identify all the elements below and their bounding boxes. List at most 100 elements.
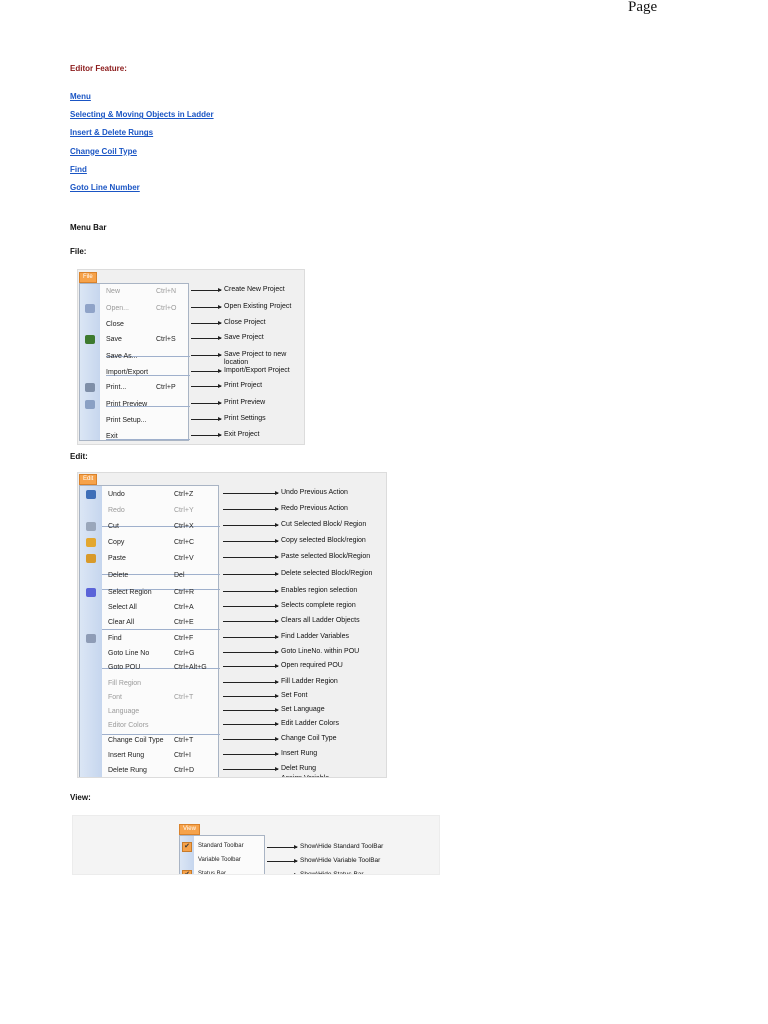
toc-item: Change Coil Type	[70, 147, 214, 165]
toc-link-menu[interactable]: Menu	[70, 92, 91, 101]
toc-item: Find	[70, 165, 214, 183]
menu-item-new[interactable]: New Ctrl+N	[80, 286, 188, 298]
menu-item-shortcut: Ctrl+R	[174, 589, 195, 596]
callout-line	[223, 507, 279, 511]
menu-item-import-export[interactable]: Import/Export	[80, 367, 188, 379]
menu-item-shortcut: Ctrl+N	[156, 288, 177, 295]
menu-item-label: Save As...	[106, 353, 138, 360]
menu-item-goto-pou[interactable]: Goto POU Ctrl+Alt+G	[80, 662, 218, 674]
callout-note: Copy selected Block/region	[281, 537, 366, 544]
edit-menu-popup: Undo Ctrl+Z Redo Ctrl+Y Cut Ctrl+X Copy Ctrl+C P…	[79, 485, 220, 778]
menu-item-shortcut: Ctrl+G	[174, 650, 195, 657]
menu-item-save-as[interactable]: Save As...	[80, 351, 188, 363]
menu-item-label: Import/Export	[106, 369, 149, 376]
callout-note: Cut Selected Block/ Region	[281, 521, 367, 528]
callout-line	[267, 859, 298, 863]
toc-link-goto[interactable]: Goto Line Number	[70, 183, 140, 192]
menu-item-cut[interactable]: Cut Ctrl+X	[80, 521, 218, 533]
menu-item-redo[interactable]: Redo Ctrl+Y	[80, 505, 218, 517]
callout-note: Fill Ladder Region	[281, 678, 338, 685]
menu-icon	[86, 538, 96, 547]
menu-item-print[interactable]: Print... Ctrl+P	[80, 382, 188, 394]
file-menu-tab[interactable]: File	[79, 272, 97, 283]
menu-icon	[86, 634, 96, 643]
menu-item-label: Assign Variable	[108, 777, 156, 778]
callout-note: Edit Ladder Colors	[281, 720, 339, 727]
page-label: Page	[628, 0, 658, 15]
menu-icon	[85, 335, 95, 344]
menu-item-label: Redo	[108, 507, 125, 514]
menu-item-undo[interactable]: Undo Ctrl+Z	[80, 489, 218, 501]
toc-link-find[interactable]: Find	[70, 165, 87, 174]
menu-item-select-region[interactable]: Select Region Ctrl+R	[80, 587, 218, 599]
callout-note: Save Project	[224, 334, 264, 341]
menu-item-label: Delete Rung	[108, 767, 147, 774]
toc-link-selecting[interactable]: Selecting & Moving Objects in Ladder	[70, 110, 214, 119]
menu-item-label: Copy	[108, 539, 125, 546]
menu-item-label: Cut	[108, 523, 119, 530]
menu-item-paste[interactable]: Paste Ctrl+V	[80, 553, 218, 565]
toc-item: Goto Line Number	[70, 183, 214, 201]
menu-item-editor-colors[interactable]: Editor Colors	[80, 720, 218, 732]
menu-item-insert-rung[interactable]: Insert Rung Ctrl+I	[80, 750, 218, 762]
menu-item-status-bar[interactable]: ✔ Status Bar	[180, 869, 264, 875]
menu-item-language[interactable]: Language	[80, 706, 218, 718]
callout-note: Assign Variable	[281, 775, 329, 777]
menu-item-label: Editor Colors	[108, 722, 149, 729]
view-menu-tab[interactable]: View	[179, 824, 200, 835]
menu-item-shortcut: Ctrl+A	[174, 604, 194, 611]
menu-item-font[interactable]: Font Ctrl+T	[80, 692, 218, 704]
menu-item-shortcut: Ctrl+F	[174, 635, 194, 642]
callout-line	[191, 336, 222, 340]
callout-note: Save Project to new location	[224, 351, 287, 366]
menu-item-print-preview[interactable]: Print Preview	[80, 399, 188, 411]
callout-note: Print Preview	[224, 399, 266, 406]
menu-item-goto-line-no[interactable]: Goto Line No Ctrl+G	[80, 648, 218, 660]
menu-item-fill-region[interactable]: Fill Region	[80, 678, 218, 690]
menu-item-copy[interactable]: Copy Ctrl+C	[80, 537, 218, 549]
edit-menu-tab[interactable]: Edit	[79, 474, 98, 485]
menu-item-shortcut: Ctrl+S	[156, 336, 176, 343]
toc-link-insert-delete[interactable]: Insert & Delete Rungs	[70, 128, 153, 137]
menu-item-shortcut: Ctrl+V	[174, 555, 194, 562]
menu-item-open[interactable]: Open... Ctrl+O	[80, 303, 188, 315]
menu-item-standard-toolbar[interactable]: ✔ Standard Toolbar	[180, 841, 264, 853]
callout-note: Paste selected Block/Region	[281, 553, 371, 560]
callout-line	[223, 589, 279, 593]
toc-link-coil[interactable]: Change Coil Type	[70, 147, 137, 156]
edit-heading: Edit:	[70, 452, 88, 461]
menu-separator	[102, 629, 220, 630]
menu-item-label: Status Bar	[198, 871, 227, 875]
callout-line	[223, 722, 279, 726]
callout-note: Find Ladder Variables	[281, 633, 349, 640]
callout-note: Open Existing Project	[224, 303, 292, 310]
callout-line	[223, 491, 279, 495]
menu-item-print-setup[interactable]: Print Setup...	[80, 415, 188, 427]
menu-item-label: Undo	[108, 491, 125, 498]
menu-item-label: Goto Line No	[108, 650, 150, 657]
menu-item-delete[interactable]: Delete Del	[80, 570, 218, 582]
callout-line	[223, 604, 279, 608]
menu-item-find[interactable]: Find Ctrl+F	[80, 633, 218, 645]
callout-line	[223, 572, 279, 576]
callout-line	[191, 288, 222, 292]
menu-item-save[interactable]: Save Ctrl+S	[80, 334, 188, 346]
menu-item-shortcut: Ctrl+Z	[174, 491, 194, 498]
menu-icon	[85, 400, 95, 409]
menu-item-select-all[interactable]: Select All Ctrl+A	[80, 602, 218, 614]
menu-item-close[interactable]: Close	[80, 319, 188, 331]
menu-item-label: Language	[108, 708, 140, 715]
menu-item-shortcut: Ctrl+O	[156, 305, 177, 312]
menu-item-clear-all[interactable]: Clear All Ctrl+E	[80, 617, 218, 629]
callout-note: Enables region selection	[281, 587, 358, 594]
callout-note: Exit Project	[224, 431, 260, 438]
menu-item-assign-variable[interactable]: Assign Variable Shift+F1	[80, 775, 218, 778]
file-menu-screenshot: File New Ctrl+N Open... Ctrl+O Close Save Ctrl…	[77, 269, 305, 445]
menu-item-exit[interactable]: Exit	[80, 431, 188, 443]
menu-item-shortcut: Ctrl+T	[174, 694, 194, 701]
menu-item-label: Insert Rung	[108, 752, 145, 759]
menu-item-change-coil-type[interactable]: Change Coil Type Ctrl+T	[80, 735, 218, 747]
menu-item-shortcut: Ctrl+D	[174, 767, 195, 774]
menu-item-variable-toolbar[interactable]: Variable Toolbar	[180, 855, 264, 867]
callout-line	[223, 708, 279, 712]
